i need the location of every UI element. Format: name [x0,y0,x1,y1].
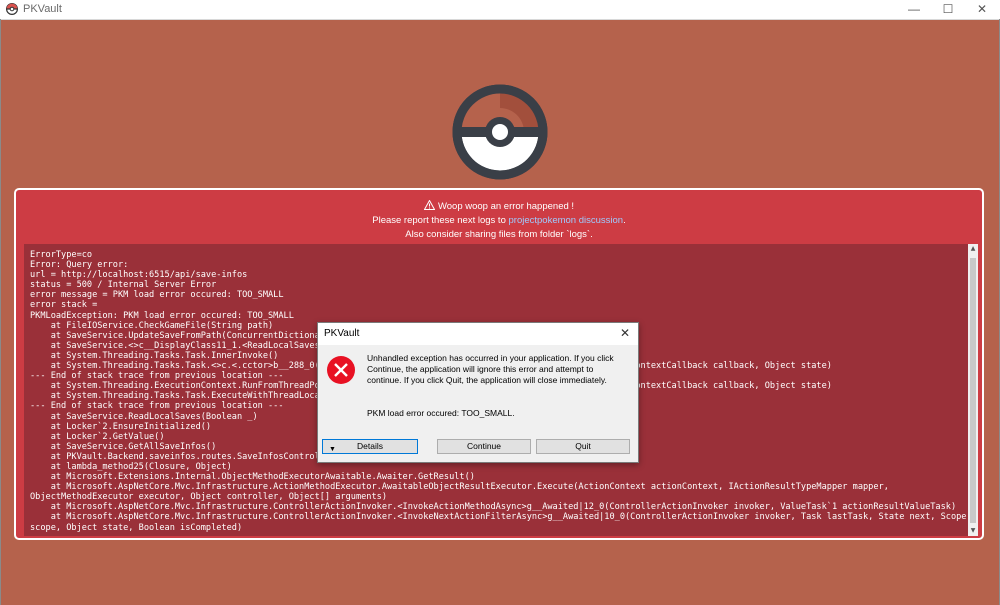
scroll-thumb[interactable] [970,258,976,523]
log-line: status = 500 / Internal Server Error [30,280,217,291]
warning-icon [423,200,435,210]
window-titlebar: PKVault — ☐ ✕ [0,0,1000,20]
dialog-titlebar: PKVault ✕ [318,323,638,345]
log-line: url = http://localhost:6515/api/save-inf… [30,270,248,281]
error-x-icon [327,356,355,384]
window-frame-left [0,19,1,605]
pokeball-app-icon [6,3,18,15]
log-line: Error: Query error: [30,260,129,271]
log-line: error message = PKM load error occured: … [30,290,284,301]
log-line: PKMLoadException: PKM load error occured… [30,310,294,321]
maximize-button[interactable]: ☐ [930,0,966,19]
dialog-close-button[interactable]: ✕ [618,326,632,340]
log-line: at Microsoft.Extensions.Internal.ObjectM… [50,472,475,483]
report-row: Please report these next logs to project… [16,215,982,226]
report-prefix: Please report these next logs to [372,215,509,226]
log-line: at SaveService.GetAllSaveInfos() [50,441,217,452]
log-line: at Locker`2.GetValue() [50,431,165,442]
log-line: at Locker`2.EnsureInitialized() [50,421,212,432]
scroll-down-arrow-icon[interactable]: ▼ [968,526,978,536]
window-close-button[interactable]: ✕ [964,0,1000,19]
log-line: at SaveService.<>c__DisplayClass11_1.<Re… [50,340,325,351]
log-line: at SaveService.UpdateSaveFromPath(Concur… [50,330,331,341]
dialog-title: PKVault [324,328,360,339]
minimize-button[interactable]: — [896,0,932,19]
error-panel-header: Woop woop an error happened ! Please rep… [16,190,982,244]
pokeball-logo [452,84,548,180]
log-line: at FileIOService.CheckGameFile(String pa… [50,320,274,331]
log-line: ObjectMethodExecutor executor, Object co… [30,492,387,503]
log-line: at Microsoft.AspNetCore.Mvc.Infrastructu… [50,512,967,523]
log-line: at Microsoft.AspNetCore.Mvc.Infrastructu… [50,502,957,513]
sharing-note: Also consider sharing files from folder … [405,229,593,240]
log-line: at System.Threading.Tasks.Task.ExecuteWi… [50,391,325,402]
dialog-error-detail: PKM load error occured: TOO_SMALL. [367,408,515,418]
exception-dialog: PKVault ✕ Unhandled exception has occurr… [317,322,639,463]
dialog-message: Unhandled exception has occurred in your… [367,353,614,385]
log-line: scope, Object state, Boolean isCompleted… [30,522,243,533]
projectpokemon-link[interactable]: projectpokemon discussion [509,215,624,226]
log-line: at lambda_method25(Closure, Object) [50,461,232,472]
chevron-down-icon: ▼ [329,446,336,453]
report-suffix: . [623,215,626,226]
details-button[interactable]: ▼ Details [322,439,418,454]
window-title: PKVault [23,3,62,15]
scroll-up-arrow-icon[interactable]: ▲ [968,244,978,254]
log-line: at Microsoft.AspNetCore.Mvc.Infrastructu… [50,482,889,493]
log-line: at SaveService.ReadLocalSaves(Boolean _) [50,411,258,422]
error-headline: Woop woop an error happened ! [437,201,575,212]
log-scrollbar[interactable]: ▲ ▼ [968,244,978,536]
error-headline-row: Woop woop an error happened ! [16,200,982,212]
log-line: error stack = [30,300,98,311]
log-line: --- End of stack trace from previous loc… [30,371,284,382]
log-line: at System.Threading.Tasks.Task.InnerInvo… [50,350,279,361]
details-button-label: Details [357,441,383,451]
continue-button[interactable]: Continue [437,439,531,454]
log-line: --- End of stack trace from previous loc… [30,401,284,412]
log-line: ErrorType=co [30,250,93,260]
quit-button[interactable]: Quit [536,439,630,454]
